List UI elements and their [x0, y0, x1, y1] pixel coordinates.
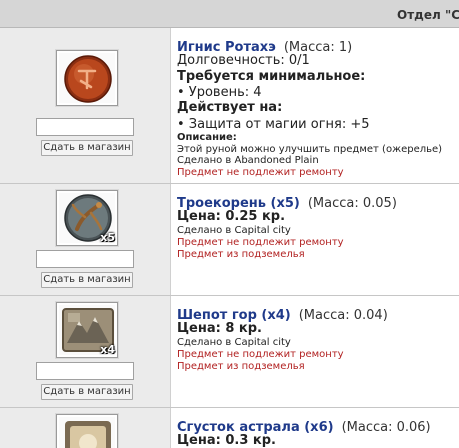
effects-title: Действует на:: [177, 100, 283, 115]
section-title: Отдел "С: [397, 8, 459, 22]
copper-rune-icon: [64, 55, 112, 103]
item-image-frame[interactable]: x4: [56, 302, 118, 358]
item-price: Цена: 0.25 кр.: [177, 209, 286, 224]
item-actions-panel: x5 Сдать в магазин: [0, 184, 171, 295]
item-image-frame[interactable]: x5: [56, 190, 118, 246]
item-mass: (Масса: 0.06): [341, 420, 431, 435]
item-quantity-badge: x4: [100, 343, 115, 356]
dungeon-item-notice: Предмет из подземелья: [177, 249, 305, 260]
item-mass: (Масса: 0.04): [298, 308, 388, 323]
made-in: Сделано в Capital city: [177, 337, 291, 348]
section-header: Отдел "С: [0, 0, 459, 28]
item-quantity-badge: x5: [100, 231, 115, 244]
description-title: Описание:: [177, 132, 237, 143]
item-actions-panel: x4 Сдать в магазин: [0, 296, 171, 407]
not-repairable-notice: Предмет не подлежит ремонту: [177, 349, 344, 360]
inventory-item: Сдать в магазин Игнис Ротахэ (Масса: 1) Д…: [0, 28, 459, 184]
dungeon-item-notice: Предмет из подземелья: [177, 361, 305, 372]
item-image-frame[interactable]: [56, 50, 118, 106]
sell-to-shop-button[interactable]: Сдать в магазин: [41, 272, 133, 288]
inventory-item: Сгусток астрала (x6) (Масса: 0.06) Цена: …: [0, 408, 459, 448]
made-in: Сделано в Capital city: [177, 225, 291, 236]
made-in: Сделано в Abandoned Plain: [177, 155, 319, 166]
sell-to-shop-button[interactable]: Сдать в магазин: [41, 140, 133, 156]
inventory-item: x5 Сдать в магазин Троекорень (x5) (Масса…: [0, 184, 459, 296]
item-price: Цена: 0.3 кр.: [177, 433, 276, 448]
inventory-item: x4 Сдать в магазин Шепот гор (x4) (Масса:…: [0, 296, 459, 408]
item-durability: Долговечность: 0/1: [177, 53, 310, 68]
item-price: Цена: 8 кр.: [177, 321, 262, 336]
not-repairable-notice: Предмет не подлежит ремонту: [177, 167, 344, 178]
requirements-title: Требуется минимальное:: [177, 69, 366, 84]
quantity-input[interactable]: [36, 362, 134, 380]
effect-fire-resist: • Защита от магии огня: +5: [177, 117, 370, 132]
item-mass: (Масса: 0.05): [307, 196, 397, 211]
astral-clot-icon: [65, 421, 111, 448]
item-actions-panel: [0, 408, 171, 448]
item-description: Этой руной можно улучшить предмет (ожере…: [177, 144, 443, 155]
sell-to-shop-button[interactable]: Сдать в магазин: [41, 384, 133, 400]
quantity-input[interactable]: [36, 250, 134, 268]
requirement-level: • Уровень: 4: [177, 85, 262, 100]
quantity-input[interactable]: [36, 118, 134, 136]
not-repairable-notice: Предмет не подлежит ремонту: [177, 237, 344, 248]
item-image-frame[interactable]: [56, 414, 118, 448]
item-actions-panel: Сдать в магазин: [0, 28, 171, 183]
